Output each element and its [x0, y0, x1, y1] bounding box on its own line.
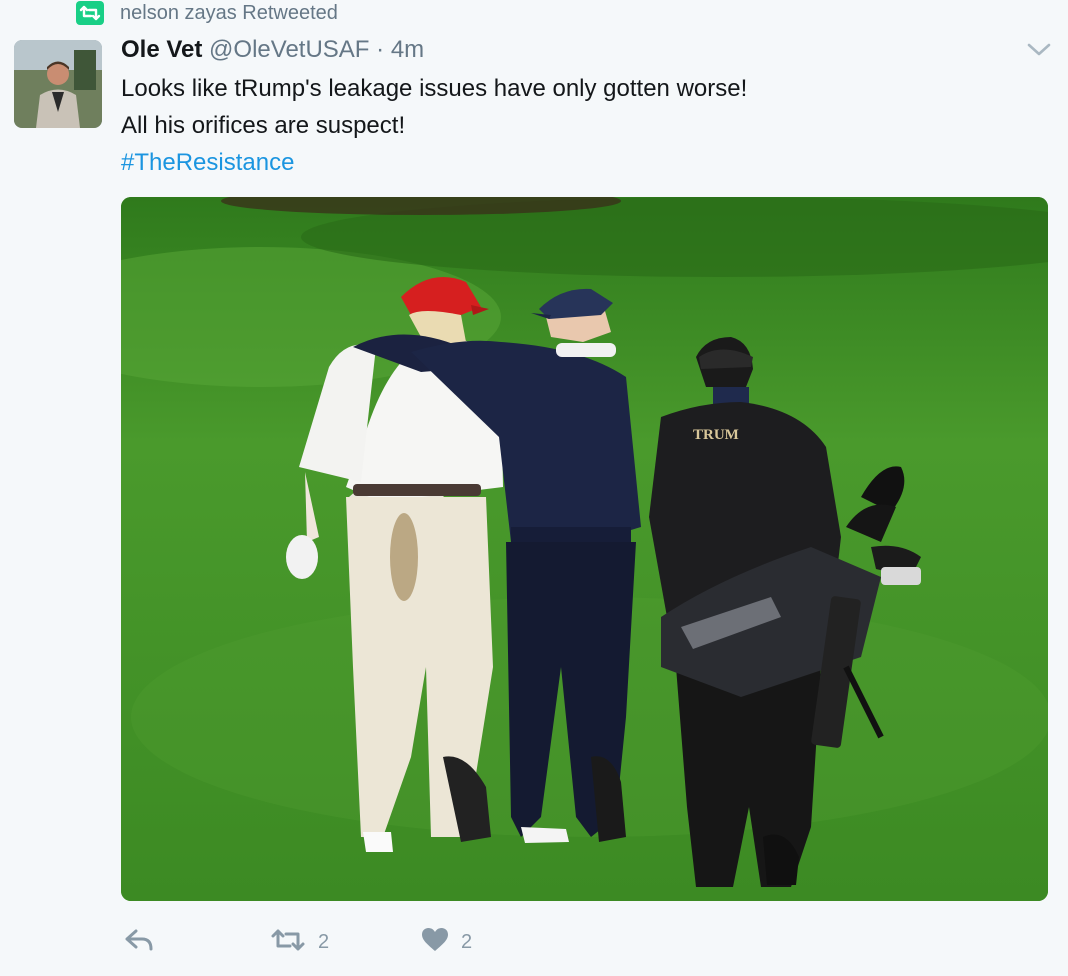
retweeted-by-label[interactable]: nelson zayas Retweeted [120, 2, 338, 25]
tweet-media-photo[interactable]: TRUM [121, 197, 1048, 901]
separator: · [376, 36, 385, 63]
reply-icon [124, 927, 154, 958]
like-count: 2 [461, 930, 473, 953]
retweet-button[interactable]: 2 [270, 922, 329, 962]
retweet-icon [76, 1, 104, 25]
tweet-actions: 2 2 [0, 922, 1068, 962]
retweet-count: 2 [318, 930, 330, 953]
timestamp[interactable]: 4m [391, 36, 424, 63]
hashtag-link[interactable]: #TheResistance [121, 144, 747, 181]
retweet-icon [270, 927, 306, 958]
reply-button[interactable] [124, 922, 154, 962]
chevron-down-icon [1026, 43, 1052, 62]
avatar[interactable] [14, 40, 102, 128]
user-handle[interactable]: @OleVetUSAF [209, 36, 369, 63]
more-menu-button[interactable] [1026, 40, 1052, 63]
tweet-header: Ole Vet @OleVetUSAF · 4m [121, 36, 424, 64]
like-button[interactable]: 2 [421, 922, 472, 962]
tweet-line: Looks like tRump's leakage issues have o… [121, 75, 748, 102]
retweet-context: nelson zayas Retweeted [76, 0, 338, 26]
display-name[interactable]: Ole Vet [121, 36, 202, 63]
tweet-line: All his orifices are suspect! [121, 112, 406, 139]
like-icon [421, 927, 449, 958]
bag-brand-text: TRUM [693, 427, 739, 443]
tweet-body: Looks like tRump's leakage issues have o… [121, 70, 747, 181]
